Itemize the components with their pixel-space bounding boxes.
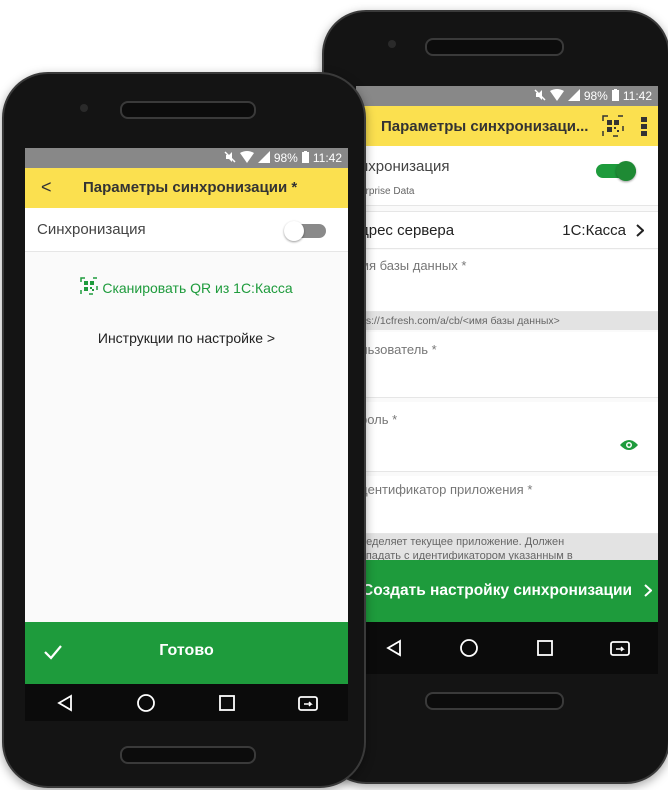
server-label: дрес сервера: [360, 222, 455, 239]
left-phone-camera: [80, 104, 88, 112]
scan-qr-link[interactable]: Сканировать QR из 1С:Касса: [25, 276, 348, 300]
mute-icon: [534, 88, 546, 104]
right-phone-camera: [388, 40, 396, 48]
app-id-field[interactable]: дентификатор приложения *: [356, 476, 658, 534]
left-phone-bottom-speaker: [120, 746, 256, 764]
app-id-hint-line2: впадать с идентификатором указанным в: [360, 550, 573, 560]
signal-icon: [257, 150, 270, 166]
sync-toggle-knob: [284, 221, 304, 241]
app-id-label: дентификатор приложения *: [360, 482, 533, 497]
more-vert-icon[interactable]: [640, 115, 648, 142]
sync-toggle[interactable]: [594, 160, 638, 182]
back-nav-icon[interactable]: [380, 634, 408, 662]
sync-toggle-knob: [616, 161, 636, 181]
wifi-icon: [549, 88, 564, 104]
status-time: 11:42: [622, 89, 652, 103]
server-row[interactable]: дрес сервера 1С:Касса: [356, 211, 658, 249]
recents-nav-icon[interactable]: [531, 634, 559, 662]
mute-icon: [224, 150, 236, 166]
user-label: льзователь *: [360, 342, 437, 357]
create-sync-label: Создать настройку синхронизации: [362, 582, 633, 599]
nav-bar: [356, 622, 658, 674]
signal-icon: [567, 88, 580, 104]
status-bar: 98% 11:42: [25, 148, 348, 168]
status-bar: 98% 11:42: [356, 86, 658, 106]
back-nav-icon[interactable]: [51, 689, 79, 717]
home-nav-icon[interactable]: [132, 689, 160, 717]
battery-percent: 98%: [583, 89, 608, 103]
instructions-label: Инструкции по настройке >: [97, 330, 276, 346]
app-id-hint-bar: ределяет текущее приложение. Должен впад…: [356, 534, 658, 560]
eye-icon[interactable]: [620, 438, 638, 456]
instructions-link[interactable]: Инструкции по настройке >: [25, 326, 348, 350]
sync-toggle[interactable]: [284, 220, 328, 242]
app-id-hint-line1: ределяет текущее приложение. Должен: [360, 536, 565, 548]
right-phone-speaker: [425, 38, 564, 56]
wifi-icon: [239, 150, 254, 166]
page-title: Параметры синхронизаци...: [381, 117, 589, 135]
password-field[interactable]: роль *: [356, 402, 658, 472]
right-phone-bottom-speaker: [425, 692, 564, 710]
sync-row[interactable]: нхронизация erprise Data: [356, 146, 658, 206]
recents-nav-icon[interactable]: [213, 689, 241, 717]
chevron-right-icon: [636, 224, 645, 242]
sync-row[interactable]: Синхронизация: [25, 208, 348, 252]
qr-icon: [80, 276, 99, 300]
create-sync-button[interactable]: Создать настройку синхронизации: [356, 560, 658, 622]
rotate-icon[interactable]: [294, 689, 322, 717]
back-button[interactable]: <: [41, 177, 52, 198]
qr-icon[interactable]: [602, 115, 624, 142]
sync-sublabel: erprise Data: [360, 186, 415, 197]
home-nav-icon[interactable]: [455, 634, 483, 662]
rotate-icon[interactable]: [606, 634, 634, 662]
db-name-label: мя базы данных *: [360, 258, 467, 273]
battery-icon: [301, 150, 309, 166]
battery-icon: [611, 88, 619, 104]
sync-label: Синхронизация: [37, 221, 146, 238]
server-value: 1С:Касса: [562, 222, 626, 239]
db-name-field[interactable]: мя базы данных *: [356, 250, 658, 312]
db-name-hint: ps://1cfresh.com/a/cb/<имя базы данных>: [360, 315, 560, 327]
sync-label: нхронизация: [360, 158, 450, 175]
done-button[interactable]: Готово: [25, 622, 348, 684]
battery-percent: 98%: [273, 151, 298, 165]
db-name-hint-bar: ps://1cfresh.com/a/cb/<имя базы данных>: [356, 312, 658, 330]
user-field[interactable]: льзователь *: [356, 332, 658, 398]
scan-qr-label: Сканировать QR из 1С:Касса: [102, 280, 293, 296]
right-phone-screen: 98% 11:42 Параметры синхронизаци... нхро…: [356, 86, 658, 674]
left-phone-screen: 98% 11:42 < Параметры синхронизации * Си…: [25, 148, 348, 721]
chevron-right-icon: [644, 584, 653, 602]
page-title: Параметры синхронизации *: [83, 179, 298, 196]
left-phone-speaker: [120, 101, 256, 119]
app-bar: Параметры синхронизаци...: [356, 106, 658, 146]
done-label: Готово: [159, 642, 214, 659]
status-time: 11:42: [312, 151, 342, 165]
app-bar: < Параметры синхронизации *: [25, 168, 348, 208]
nav-bar: [25, 684, 348, 721]
